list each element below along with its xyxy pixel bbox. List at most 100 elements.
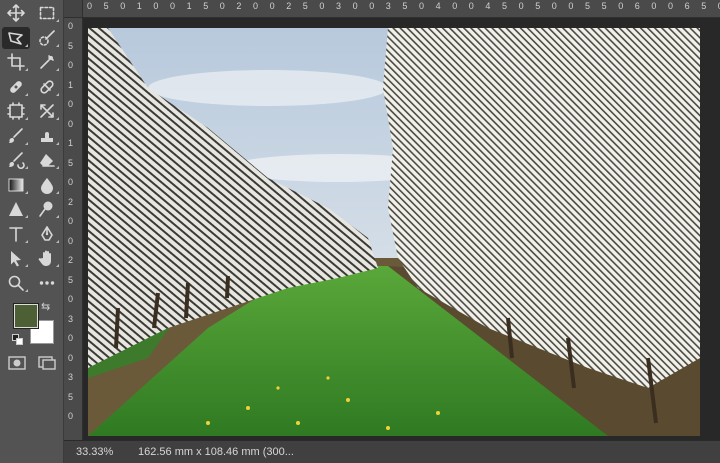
vertical-ruler[interactable]: 0 5 0 1 0 0 1 5 0 2 0 0 2 5 0 3 0 0 3 5 0 — [64, 18, 83, 440]
ruler-tick-label: 0 — [319, 1, 325, 11]
ruler-tick-label: 2 — [68, 255, 74, 265]
more-tools-indicator — [56, 264, 59, 267]
default-colors-icon[interactable] — [12, 334, 24, 346]
screen-mode-icon[interactable] — [38, 356, 56, 370]
sharpen-tool-button[interactable] — [2, 198, 30, 220]
ruler-tick-label: 3 — [385, 1, 391, 11]
pen-icon — [41, 225, 53, 241]
more-tools-indicator — [25, 239, 28, 243]
ruler-tick-label: 4 — [435, 1, 441, 11]
ruler-tick-label: 3 — [68, 372, 74, 382]
document-canvas[interactable] — [83, 18, 720, 440]
ruler-tick-label: 5 — [68, 40, 74, 51]
clone-stamp-tool-button[interactable] — [33, 125, 61, 147]
patch-tool-button[interactable] — [33, 76, 61, 98]
blur-drop-icon — [41, 177, 53, 194]
ruler-tick-label: 1 — [136, 1, 142, 11]
ruler-tick-label: 0 — [153, 1, 159, 11]
frame-tool-button[interactable] — [2, 100, 30, 122]
content-aware-move-icon — [40, 104, 54, 118]
ruler-tick-label: 5 — [502, 1, 508, 11]
zoom-tool-button[interactable] — [2, 272, 30, 294]
more-tools-indicator — [56, 239, 59, 243]
more-tools-indicator — [56, 68, 59, 71]
ruler-tick-label: 3 — [68, 313, 74, 324]
more-tools-indicator — [56, 141, 59, 145]
orchard-photo — [88, 28, 700, 436]
ruler-origin[interactable] — [64, 0, 83, 18]
ruler-tick-label: 0 — [369, 1, 375, 11]
content-aware-move-tool-button[interactable] — [33, 100, 61, 122]
gradient-icon — [8, 178, 24, 191]
eraser-icon — [40, 154, 55, 167]
polygonal-lasso-icon — [8, 31, 23, 45]
ruler-tick-label: 2 — [236, 1, 242, 11]
more-tools-indicator — [25, 190, 28, 194]
swap-colors-icon[interactable]: ⇆ — [41, 300, 50, 313]
more-tools-indicator — [56, 166, 59, 169]
rectangular-marquee-icon — [39, 6, 55, 20]
ruler-tick-label: 0 — [68, 99, 74, 109]
ruler-tick-label: 0 — [253, 1, 259, 11]
hand-icon — [38, 250, 51, 266]
history-brush-tool-button[interactable] — [2, 149, 30, 171]
ruler-tick-label: 5 — [585, 1, 591, 11]
ruler-tick-label: 2 — [68, 196, 74, 207]
ruler-tick-label: 0 — [468, 1, 474, 11]
ruler-tick-label: 0 — [618, 1, 624, 11]
path-selection-tool-button[interactable] — [2, 247, 30, 269]
ruler-tick-label: 1 — [68, 79, 74, 90]
more-tools-indicator — [25, 141, 28, 145]
more-tools-button[interactable] — [33, 272, 61, 294]
type-tool-button[interactable] — [2, 223, 30, 245]
eyedropper-tool-button[interactable] — [33, 51, 61, 73]
ruler-tick-label: 0 — [352, 1, 358, 11]
ruler-tick-label: 0 — [518, 1, 524, 11]
more-tools-indicator — [25, 166, 28, 169]
ruler-tick-label: 0 — [68, 235, 74, 246]
foreground-color-swatch[interactable] — [14, 304, 38, 328]
dodge-tool-button[interactable] — [33, 198, 61, 220]
brush-tool-button[interactable] — [2, 125, 30, 147]
hand-tool-button[interactable] — [33, 247, 61, 269]
ruler-tick-label: 2 — [286, 1, 292, 11]
patch-bandage-icon — [40, 79, 54, 94]
spot-healing-tool-button[interactable] — [2, 76, 30, 98]
blur-tool-button[interactable] — [33, 174, 61, 196]
ruler-tick-label: 0 — [68, 118, 74, 129]
sharpen-triangle-icon — [9, 202, 23, 216]
ruler-tick-label: 5 — [601, 1, 607, 11]
marquee-tool-button[interactable] — [33, 2, 61, 24]
zoom-level-field[interactable]: 33.33% — [64, 446, 132, 458]
lasso-tool-button[interactable] — [2, 26, 30, 49]
ruler-tick-label: 3 — [336, 1, 342, 11]
gradient-tool-button[interactable] — [2, 174, 30, 196]
eraser-tool-button[interactable] — [33, 149, 61, 171]
crop-tool-button[interactable] — [2, 51, 30, 73]
ruler-tick-label: 5 — [701, 1, 707, 11]
quick-selection-brush-icon — [39, 29, 55, 46]
ruler-tick-label: 0 — [68, 177, 74, 187]
more-tools-indicator — [56, 92, 59, 96]
document-size-info[interactable]: 162.56 mm x 108.46 mm (300... — [132, 446, 294, 458]
more-tools-indicator — [56, 19, 59, 22]
ruler-tick-label: 4 — [485, 1, 491, 11]
brush-icon — [9, 127, 23, 143]
ruler-tick-label: 0 — [568, 1, 574, 11]
crop-icon — [7, 53, 25, 71]
stamp-icon — [41, 131, 53, 142]
ruler-tick-label: 5 — [402, 1, 408, 11]
ruler-tick-label: 0 — [170, 1, 176, 11]
quick-selection-tool-button[interactable] — [33, 27, 61, 49]
move-tool-button[interactable] — [2, 2, 30, 24]
arrow-cursor-icon — [11, 251, 21, 267]
more-tools-indicator — [25, 43, 28, 47]
more-tools-indicator — [56, 215, 59, 218]
more-tools-indicator — [25, 117, 28, 120]
ruler-tick-label: 5 — [68, 157, 74, 168]
quick-mask-icon[interactable] — [8, 356, 26, 370]
ruler-tick-label: 0 — [219, 1, 225, 11]
pen-tool-button[interactable] — [33, 223, 61, 245]
ruler-tick-label: 0 — [419, 1, 425, 11]
horizontal-ruler[interactable]: 050100150200250300350400450500550600650 — [83, 0, 720, 18]
